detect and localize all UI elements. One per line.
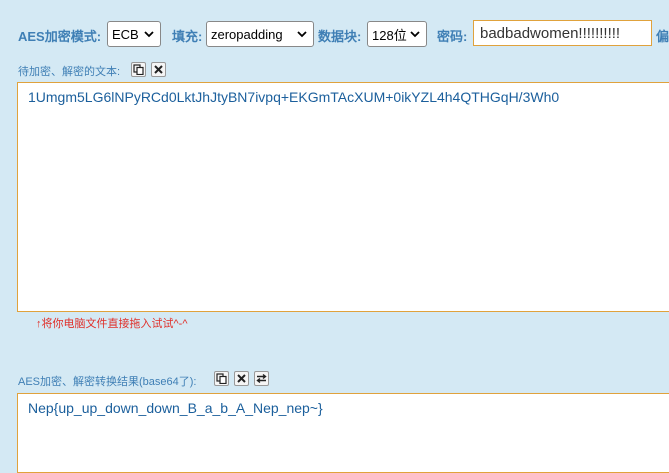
swap-button[interactable] [254,371,269,386]
swap-icon [256,373,267,384]
chevron-down-icon [297,31,307,38]
padding-select[interactable]: zeropadding [206,21,314,47]
password-label: 密码: [437,29,468,44]
drag-file-hint: ↑将你电脑文件直接拖入试试^-^ [36,318,188,330]
input-textarea[interactable]: 1Umgm5LG6lNPyRCd0LktJhJtyBN7ivpq+EKGmTAc… [17,82,669,312]
padding-select-value: zeropadding [211,26,283,42]
clear-button[interactable] [151,62,166,77]
input-text-label: 待加密、解密的文本: [18,66,121,78]
output-text-label: AES加密、解密转换结果(base64了): [18,376,197,388]
mode-select-value: ECB [112,26,139,42]
output-clear-button[interactable] [234,371,249,386]
output-textarea[interactable]: Nep{up_up_down_down_B_a_b_A_Nep_nep~} [17,393,669,473]
chevron-down-icon [144,31,154,38]
padding-label: 填充: [172,29,203,44]
copy-button[interactable] [131,62,146,77]
block-select-value: 128位 [372,27,407,43]
block-select[interactable]: 128位 [367,21,427,47]
chevron-down-icon [410,31,420,38]
offset-label: 偏 [656,29,669,44]
password-value: badbadwomen!!!!!!!!!! [480,24,621,42]
close-icon [154,65,163,74]
input-text: 1Umgm5LG6lNPyRCd0LktJhJtyBN7ivpq+EKGmTAc… [28,89,560,105]
mode-label: AES加密模式: [18,29,102,44]
password-input[interactable]: badbadwomen!!!!!!!!!! [473,20,652,46]
mode-select[interactable]: ECB [107,21,161,47]
close-icon [237,374,246,383]
output-text: Nep{up_up_down_down_B_a_b_A_Nep_nep~} [28,400,323,416]
copy-icon [216,373,227,384]
copy-icon [133,64,144,75]
output-copy-button[interactable] [214,371,229,386]
block-label: 数据块: [318,29,362,44]
